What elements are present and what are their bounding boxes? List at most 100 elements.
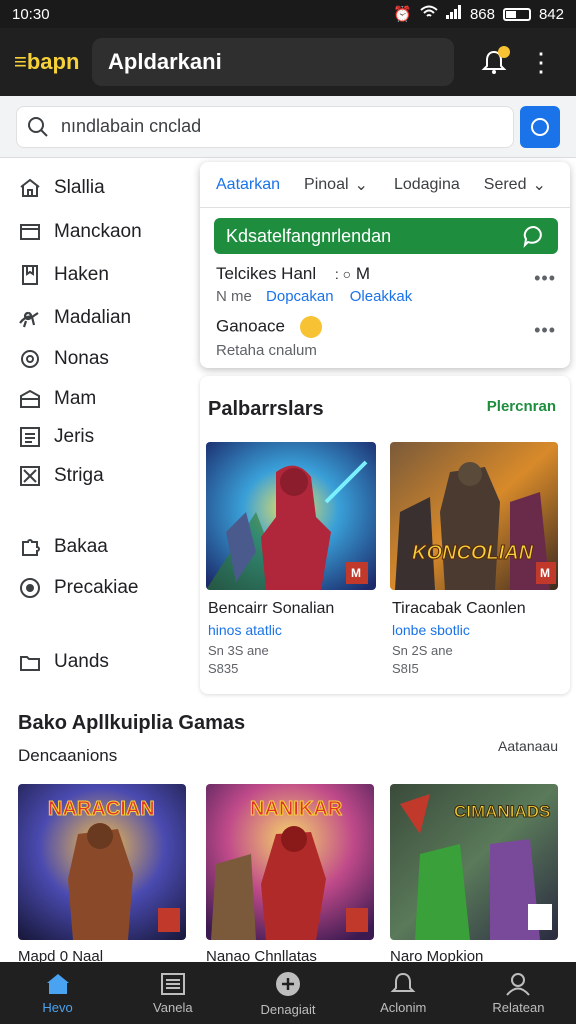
status-time: 10:30 [12, 5, 50, 23]
games-section: Bako Apllkuiplia Gamas Dencaanions Aatan… [0, 700, 576, 965]
sidebar-item-label: Nonas [54, 348, 109, 369]
sidebar-item-madalian[interactable]: Madalian [18, 306, 131, 330]
chat-icon [523, 225, 542, 248]
bookmark-page-icon [18, 263, 42, 287]
notification-button[interactable] [478, 46, 510, 78]
tab-aatarkan[interactable]: Aatarkan [216, 176, 280, 194]
tab-pinoal[interactable]: Pinoal ⌄ [304, 175, 368, 195]
app-bar: ≡bapn Apldarkani ⋮ [0, 28, 576, 96]
game-card-image[interactable]: NARACIAN [18, 784, 186, 940]
sidebar-item-jeris[interactable]: Jeris [18, 425, 94, 449]
nav-label: Relatean [492, 999, 545, 1015]
dropdown-tabs: Aatarkan Pinoal ⌄ Lodagina Sered ⌄ [200, 162, 570, 208]
sidebar: Slallia Manckaon Haken Madalian Nonas Ma… [0, 158, 200, 698]
brand-logo[interactable]: ≡bapn [14, 49, 92, 75]
list-icon [18, 425, 42, 449]
row-sub-link[interactable]: Dopcakan [266, 288, 334, 305]
sidebar-item-label: Uands [54, 651, 109, 672]
game-banner: KONCOLIAN [411, 542, 534, 565]
nav-item-vanela[interactable]: Vanela [115, 962, 230, 1024]
nav-item-aclonim[interactable]: Aclonim [346, 962, 461, 1024]
sidebar-item-mam[interactable]: Mam [18, 387, 96, 411]
nav-item-home[interactable]: Hevo [0, 962, 115, 1024]
filter-dropdown: Aatarkan Pinoal ⌄ Lodagina Sered ⌄ Kdsatel… [200, 162, 570, 368]
profile-icon [506, 972, 531, 996]
signal-text: 868 [469, 5, 495, 23]
home-icon [46, 973, 69, 994]
chevron-down-icon: ⌄ [532, 176, 546, 194]
nav-label: Aclonim [380, 999, 427, 1015]
row-title-extra: M [355, 264, 371, 283]
section-title: Palbarrslars [208, 398, 324, 420]
dropdown-row[interactable]: Ganoace Retaha cnalum [216, 316, 556, 359]
battery-icon [502, 7, 531, 21]
voice-search-button[interactable] [520, 105, 560, 148]
search-icon [28, 116, 48, 137]
sidebar-item-nonas[interactable]: Nonas [18, 347, 109, 371]
app-title[interactable]: Apldarkani [92, 38, 454, 86]
status-icons: ⏰ 868 842 [393, 5, 564, 23]
tab-sered[interactable]: Sered ⌄ [484, 175, 546, 195]
signal-icon [445, 5, 462, 23]
game-title[interactable]: Tiracabak Caonlen [392, 600, 526, 618]
publisher-badge: M [540, 566, 550, 580]
row-sub: N me [216, 288, 252, 305]
wifi-icon [420, 5, 438, 23]
nav-item-denagiait[interactable]: Denagiait [230, 962, 345, 1024]
notification-dot [498, 46, 510, 58]
sidebar-item-bakaa[interactable]: Bakaa [18, 535, 108, 559]
sidebar-item-precakiae[interactable]: Precakiae [18, 576, 139, 600]
folder-icon [18, 650, 42, 674]
home-icon [18, 176, 42, 200]
sidebar-item-label: Bakaa [54, 536, 108, 557]
sidebar-item-label: Haken [54, 264, 109, 285]
bell-icon [390, 972, 416, 992]
highlight-bar-label: Kdsatelfangnrlendan [226, 225, 392, 246]
more-menu-button[interactable]: ⋮ [528, 49, 554, 75]
see-more-link[interactable]: Plercnran [487, 398, 556, 415]
emoji-icon [299, 316, 322, 338]
nav-item-relatean[interactable]: Relatean [461, 962, 576, 1024]
battery-text: 842 [538, 5, 564, 23]
close-box-icon [18, 464, 42, 488]
sidebar-item-striga[interactable]: Striga [18, 464, 104, 488]
more-options-icon[interactable]: ••• [534, 268, 556, 289]
target-icon [18, 576, 42, 600]
sidebar-item-label: Slallia [54, 177, 105, 198]
search-icon: : ○ [334, 266, 352, 282]
gear-icon [18, 347, 42, 371]
row-sub-link[interactable]: Oleakkak [350, 288, 413, 305]
section-title: Bako Apllkuiplia Gamas [18, 712, 246, 734]
bottom-nav: Hevo Vanela Denagiait Aclonim Relatean [0, 962, 576, 1024]
more-options-icon[interactable]: ••• [534, 320, 556, 341]
game-meta: Sn 3S ane S835 [208, 643, 269, 676]
featured-panel: Palbarrslars Plercnran M Bencairr Sonali… [200, 376, 570, 694]
sidebar-item-label: Madalian [54, 307, 132, 328]
game-card-image[interactable]: KONCOLIAN M [390, 442, 558, 590]
game-card-image[interactable]: M [206, 442, 376, 590]
status-bar: 10:30 ⏰ 868 842 [0, 0, 576, 28]
game-subtitle[interactable]: hinos atatlic [208, 622, 282, 638]
game-banner: CIMANIADS [453, 802, 551, 822]
sidebar-item-haken[interactable]: Haken [18, 263, 109, 287]
tab-lodagina[interactable]: Lodagina [394, 176, 460, 194]
see-more-link[interactable]: Aatanaau [498, 738, 558, 754]
alarm-icon: ⏰ [393, 6, 412, 23]
row-title: Ganoace [216, 316, 285, 336]
game-title[interactable]: Bencairr Sonalian [208, 600, 334, 618]
game-card-image[interactable]: NANIKAR [206, 784, 374, 940]
game-card-image[interactable]: CIMANIADS [390, 784, 558, 940]
section-subtitle: Dencaanions [18, 746, 118, 765]
sidebar-item-slallia[interactable]: Slallia [18, 176, 105, 200]
puzzle-icon [18, 535, 42, 559]
search-input[interactable] [61, 116, 481, 137]
dropdown-row[interactable]: Telcikes Hanl : ○ M N me Dopcakan Oleakk… [216, 264, 556, 305]
game-subtitle[interactable]: lonbe sbotlic [392, 622, 470, 638]
sidebar-item-label: Jeris [54, 426, 95, 447]
highlight-bar[interactable]: Kdsatelfangnrlendan [214, 218, 558, 254]
nav-label: Denagiait [260, 1001, 316, 1017]
window-icon [18, 220, 42, 244]
search-box[interactable] [16, 105, 514, 148]
sidebar-item-uands[interactable]: Uands [18, 650, 109, 674]
sidebar-item-manckaon[interactable]: Manckaon [18, 220, 142, 244]
